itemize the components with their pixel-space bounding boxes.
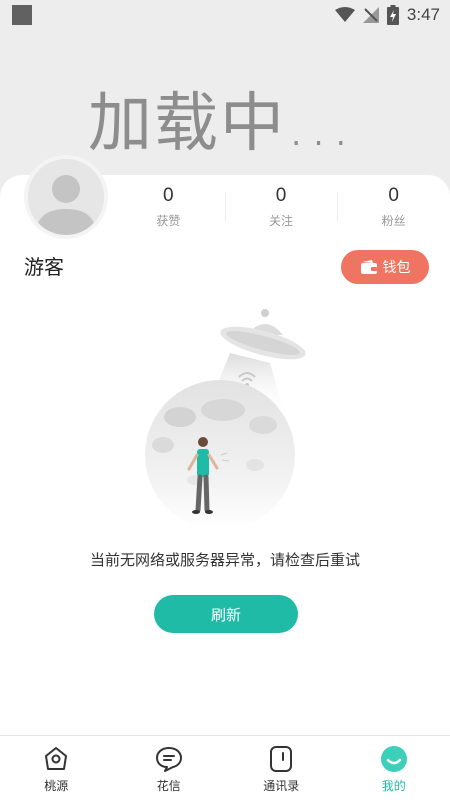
stat-value: 0: [388, 185, 399, 206]
no-signal-icon: [362, 7, 379, 23]
nav-label: 通讯录: [263, 779, 300, 793]
wallet-button[interactable]: 钱包: [341, 250, 429, 284]
error-message: 当前无网络或服务器异常，请检查后重试: [89, 551, 360, 569]
stat-value: 0: [163, 185, 174, 206]
nav-label: 桃源: [44, 779, 69, 793]
notification-icon: [12, 5, 32, 25]
contacts-icon: [266, 744, 296, 774]
location-icon: [41, 744, 71, 774]
stat-label: 粉丝: [381, 214, 406, 228]
nav-item-huaxin[interactable]: 花信: [113, 736, 226, 800]
nav-label: 我的: [381, 779, 406, 793]
wallet-label: 钱包: [382, 260, 411, 276]
nav-label: 花信: [156, 779, 181, 793]
stat-value: 0: [275, 185, 287, 206]
username: 游客: [24, 255, 64, 279]
nav-item-me[interactable]: 我的: [338, 736, 450, 800]
refresh-button[interactable]: 刷新: [154, 595, 298, 633]
status-icons: 3:47: [334, 4, 440, 26]
bottom-nav: 桃源 花信 通讯录 我的: [0, 735, 450, 800]
nav-item-taoyuan[interactable]: 桃源: [0, 736, 113, 800]
stat-following[interactable]: 0 关注: [224, 184, 338, 234]
status-bar: 3:47: [0, 0, 450, 30]
stat-fans[interactable]: 0 粉丝: [337, 184, 450, 234]
nav-item-contacts[interactable]: 通讯录: [225, 736, 338, 800]
header-banner: 加载中...: [0, 30, 450, 175]
no-network-illustration: [145, 309, 306, 530]
default-avatar-icon: [28, 159, 104, 235]
stat-label: 获赞: [156, 214, 181, 228]
wallet-icon: [360, 260, 377, 274]
stat-likes[interactable]: 0 获赞: [112, 184, 225, 234]
message-icon: [154, 744, 184, 774]
smile-icon: [379, 744, 409, 774]
avatar[interactable]: [24, 155, 108, 239]
wifi-icon: [334, 7, 355, 22]
status-time: 3:47: [406, 5, 440, 24]
profile-stats: 0 获赞 0 关注 0 粉丝: [112, 184, 450, 234]
battery-charging-icon: [386, 5, 399, 25]
loading-text: 加载中...: [88, 87, 354, 161]
stat-label: 关注: [269, 214, 294, 228]
